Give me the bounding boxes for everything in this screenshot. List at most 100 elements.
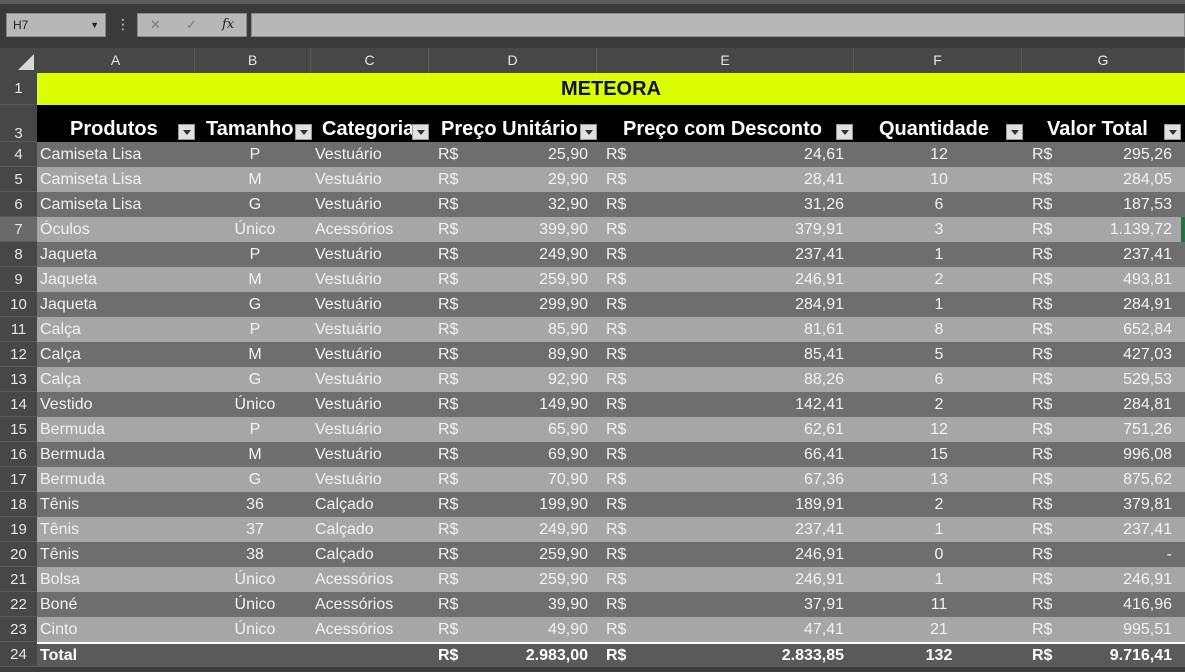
cell-tamanho[interactable]: P — [197, 417, 313, 442]
cell-preco-unitario[interactable]: 259,90 — [457, 567, 588, 592]
row-header[interactable]: 16 — [0, 442, 37, 467]
cell-tamanho[interactable]: Único — [197, 592, 313, 617]
row-header[interactable]: 11 — [0, 317, 37, 342]
cell-quantidade[interactable]: 3 — [855, 217, 1023, 242]
cell-produto[interactable]: Óculos — [40, 217, 90, 242]
cell-valor-total[interactable]: 427,03 — [1047, 342, 1172, 367]
cell-produto[interactable]: Bolsa — [40, 567, 80, 592]
cell-valor-total[interactable]: 284,05 — [1047, 167, 1172, 192]
cell-valor-total[interactable]: 295,26 — [1047, 142, 1172, 167]
cell-preco-unitario[interactable]: 299,90 — [457, 292, 588, 317]
cell-produto[interactable]: Bermuda — [40, 442, 105, 467]
column-header-c[interactable]: C — [311, 48, 429, 73]
cell-categoria[interactable]: Vestuário — [315, 317, 382, 342]
cell-tamanho[interactable]: M — [197, 267, 313, 292]
cell-preco-desconto[interactable]: 88,26 — [617, 367, 844, 392]
cell-preco-desconto[interactable]: 379,91 — [617, 217, 844, 242]
cell-quantidade[interactable]: 12 — [855, 417, 1023, 442]
cell-preco-unitario[interactable]: 70,90 — [457, 467, 588, 492]
row-header[interactable]: 4 — [0, 142, 37, 167]
cell-tamanho[interactable]: M — [197, 442, 313, 467]
cancel-icon[interactable]: ✕ — [150, 14, 161, 36]
filter-valor-total-icon[interactable] — [1164, 124, 1181, 140]
cell-preco-desconto[interactable]: 67,36 — [617, 467, 844, 492]
cell-produto[interactable]: Bermuda — [40, 417, 105, 442]
column-header-f[interactable]: F — [854, 48, 1022, 73]
cell-preco-unitario[interactable]: 249,90 — [457, 517, 588, 542]
cell-produto[interactable]: Camiseta Lisa — [40, 192, 141, 217]
column-header-d[interactable]: D — [429, 48, 597, 73]
cell-produto[interactable]: Cinto — [40, 617, 77, 642]
cell-preco-desconto[interactable]: 62,61 — [617, 417, 844, 442]
cell-produto[interactable]: Bermuda — [40, 467, 105, 492]
row-header[interactable]: 23 — [0, 617, 37, 642]
row-header[interactable]: 19 — [0, 517, 37, 542]
cell-quantidade[interactable]: 0 — [855, 542, 1023, 567]
cell-categoria[interactable]: Acessórios — [315, 567, 393, 592]
more-options-icon[interactable]: ⋮ — [116, 14, 130, 34]
header-valor-total[interactable]: Valor Total — [1047, 117, 1163, 141]
cell-preco-desconto[interactable]: 85,41 — [617, 342, 844, 367]
cell-preco-desconto[interactable]: 246,91 — [617, 542, 844, 567]
cell-valor-total[interactable]: 995,51 — [1047, 617, 1172, 642]
cell-produto[interactable]: Boné — [40, 592, 77, 617]
cell-valor-total[interactable]: 187,53 — [1047, 192, 1172, 217]
row-header[interactable]: 17 — [0, 467, 37, 492]
cell-categoria[interactable]: Vestuário — [315, 267, 382, 292]
header-categoria[interactable]: Categoria — [322, 117, 415, 141]
cell-produto[interactable]: Calça — [40, 367, 81, 392]
cell-tamanho[interactable]: 37 — [197, 517, 313, 542]
row-header[interactable]: 7 — [0, 217, 37, 242]
row-header[interactable]: 6 — [0, 192, 37, 217]
cell-valor-total[interactable]: 379,81 — [1047, 492, 1172, 517]
cell-categoria[interactable]: Acessórios — [315, 592, 393, 617]
total-preco-unitario[interactable]: 2.983,00 — [457, 644, 588, 667]
cell-valor-total[interactable]: 529,53 — [1047, 367, 1172, 392]
cell-valor-total[interactable]: 416,96 — [1047, 592, 1172, 617]
cell-quantidade[interactable]: 1 — [855, 517, 1023, 542]
cell-tamanho[interactable]: P — [197, 242, 313, 267]
cell-preco-desconto[interactable]: 28,41 — [617, 167, 844, 192]
row-header[interactable]: 12 — [0, 342, 37, 367]
cell-categoria[interactable]: Vestuário — [315, 392, 382, 417]
cell-quantidade[interactable]: 2 — [855, 392, 1023, 417]
cell-produto[interactable]: Calça — [40, 342, 81, 367]
cell-tamanho[interactable]: G — [197, 467, 313, 492]
cell-tamanho[interactable]: G — [197, 292, 313, 317]
cell-quantidade[interactable]: 2 — [855, 267, 1023, 292]
cell-produto[interactable]: Tênis — [40, 517, 79, 542]
cell-produto[interactable]: Camiseta Lisa — [40, 167, 141, 192]
cell-preco-desconto[interactable]: 189,91 — [617, 492, 844, 517]
cell-preco-unitario[interactable]: 69,90 — [457, 442, 588, 467]
cell-categoria[interactable]: Vestuário — [315, 367, 382, 392]
cell-valor-total[interactable]: 875,62 — [1047, 467, 1172, 492]
cell-preco-unitario[interactable]: 199,90 — [457, 492, 588, 517]
column-header-e[interactable]: E — [597, 48, 854, 73]
cell-produto[interactable]: Tênis — [40, 492, 79, 517]
cell-valor-total[interactable]: 284,91 — [1047, 292, 1172, 317]
cell-tamanho[interactable]: Único — [197, 617, 313, 642]
cell-tamanho[interactable]: P — [197, 142, 313, 167]
cell-tamanho[interactable]: G — [197, 367, 313, 392]
cell-valor-total[interactable]: 237,41 — [1047, 242, 1172, 267]
row-header[interactable]: 8 — [0, 242, 37, 267]
row-header[interactable]: 10 — [0, 292, 37, 317]
cell-preco-unitario[interactable]: 39,90 — [457, 592, 588, 617]
cell-quantidade[interactable]: 2 — [855, 492, 1023, 517]
cell-tamanho[interactable]: Único — [197, 567, 313, 592]
cell-categoria[interactable]: Vestuário — [315, 142, 382, 167]
filter-categoria-icon[interactable] — [412, 124, 429, 140]
header-preco-desconto[interactable]: Preço com Desconto — [623, 117, 833, 141]
column-header-g[interactable]: G — [1022, 48, 1185, 73]
cell-preco-unitario[interactable]: 149,90 — [457, 392, 588, 417]
column-header-a[interactable]: A — [37, 48, 195, 73]
total-valor-total[interactable]: 9.716,41 — [1047, 644, 1172, 667]
cell-preco-unitario[interactable]: 259,90 — [457, 542, 588, 567]
row-header[interactable]: 24 — [0, 642, 37, 667]
cell-tamanho[interactable]: M — [197, 167, 313, 192]
cell-preco-desconto[interactable]: 237,41 — [617, 242, 844, 267]
cell-preco-desconto[interactable]: 31,26 — [617, 192, 844, 217]
cell-categoria[interactable]: Vestuário — [315, 292, 382, 317]
cell-preco-desconto[interactable]: 246,91 — [617, 267, 844, 292]
chevron-down-icon[interactable]: ▼ — [90, 14, 99, 36]
